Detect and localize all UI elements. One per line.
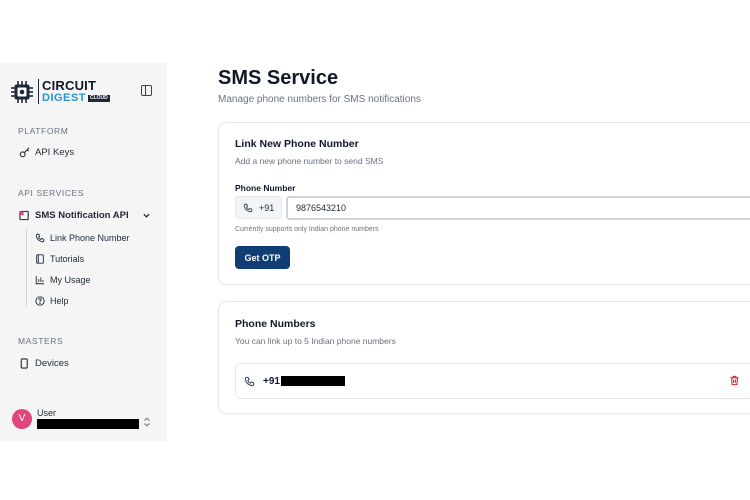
sidebar-item-link-phone[interactable]: Link Phone Number — [34, 232, 130, 243]
sidebar: CIRCUIT DIGEST CLOUD PLATFORM API Keys A… — [0, 63, 167, 441]
book-icon — [34, 253, 45, 264]
sidebar-item-label: Devices — [35, 357, 69, 369]
sidebar-item-sms-api[interactable]: SMS Notification API — [18, 209, 151, 221]
chevrons-up-down-icon[interactable] — [143, 414, 151, 432]
phone-number-label: Phone Number — [235, 183, 296, 193]
page-title: SMS Service — [218, 67, 339, 89]
bar-chart-icon — [34, 274, 45, 285]
chevron-down-icon[interactable] — [142, 211, 151, 220]
logo[interactable]: CIRCUIT DIGEST CLOUD — [10, 79, 110, 104]
sidebar-item-label: Help — [50, 295, 69, 306]
page-subtitle: Manage phone numbers for SMS notificatio… — [218, 94, 421, 105]
logo-badge: CLOUD — [87, 95, 110, 102]
phone-icon — [243, 203, 253, 213]
phone-icon — [244, 376, 255, 387]
sidebar-item-label: SMS Notification API — [35, 209, 129, 221]
trash-icon[interactable] — [729, 375, 740, 386]
get-otp-button[interactable]: Get OTP — [235, 246, 290, 269]
user-menu[interactable]: V User — [12, 408, 139, 429]
section-api-services: API SERVICES — [18, 188, 85, 198]
avatar: V — [12, 408, 32, 429]
logo-line1: CIRCUIT — [42, 78, 97, 93]
link-phone-card: Link New Phone Number Add a new phone nu… — [218, 122, 750, 285]
message-icon — [18, 209, 30, 221]
phone-prefix: +91 — [263, 375, 280, 387]
phone-hint: Currently supports only Indian phone num… — [235, 226, 379, 233]
sidebar-item-api-keys[interactable]: API Keys — [18, 146, 74, 158]
sidebar-item-label: My Usage — [50, 274, 91, 285]
sidebar-item-help[interactable]: Help — [34, 295, 69, 306]
card-title: Phone Numbers — [235, 318, 316, 330]
phone-numbers-card: Phone Numbers You can link up to 5 India… — [218, 301, 750, 414]
sidebar-item-label: Tutorials — [50, 253, 85, 264]
country-code: +91 — [259, 202, 275, 213]
key-icon — [18, 146, 30, 158]
app-window: CIRCUIT DIGEST CLOUD PLATFORM API Keys A… — [0, 63, 750, 441]
sidebar-item-label: Link Phone Number — [50, 232, 130, 243]
phone-number-input[interactable] — [286, 196, 750, 220]
logo-wordmark: CIRCUIT DIGEST CLOUD — [38, 79, 110, 104]
chip-logo-icon — [10, 80, 34, 104]
sidebar-item-label: API Keys — [35, 146, 75, 158]
redacted-email — [37, 419, 139, 429]
country-code-prefix: +91 — [235, 196, 282, 219]
sidebar-item-tutorials[interactable]: Tutorials — [34, 253, 84, 264]
sidebar-item-devices[interactable]: Devices — [18, 357, 69, 369]
sidebar-toggle-icon[interactable] — [141, 85, 152, 96]
sidebar-item-my-usage[interactable]: My Usage — [34, 274, 91, 285]
tree-line — [26, 229, 27, 306]
section-masters: MASTERS — [18, 336, 64, 346]
user-name: User — [37, 408, 57, 418]
card-description: Add a new phone number to send SMS — [235, 156, 384, 166]
card-title: Link New Phone Number — [235, 138, 359, 150]
logo-line2: DIGEST — [42, 92, 86, 104]
card-description: You can link up to 5 Indian phone number… — [235, 336, 396, 346]
redacted-number — [280, 376, 345, 386]
help-circle-icon — [34, 295, 45, 306]
smartphone-icon — [18, 357, 30, 369]
section-platform: PLATFORM — [18, 126, 69, 136]
list-item: +91 — [235, 363, 750, 399]
phone-icon — [34, 232, 45, 243]
